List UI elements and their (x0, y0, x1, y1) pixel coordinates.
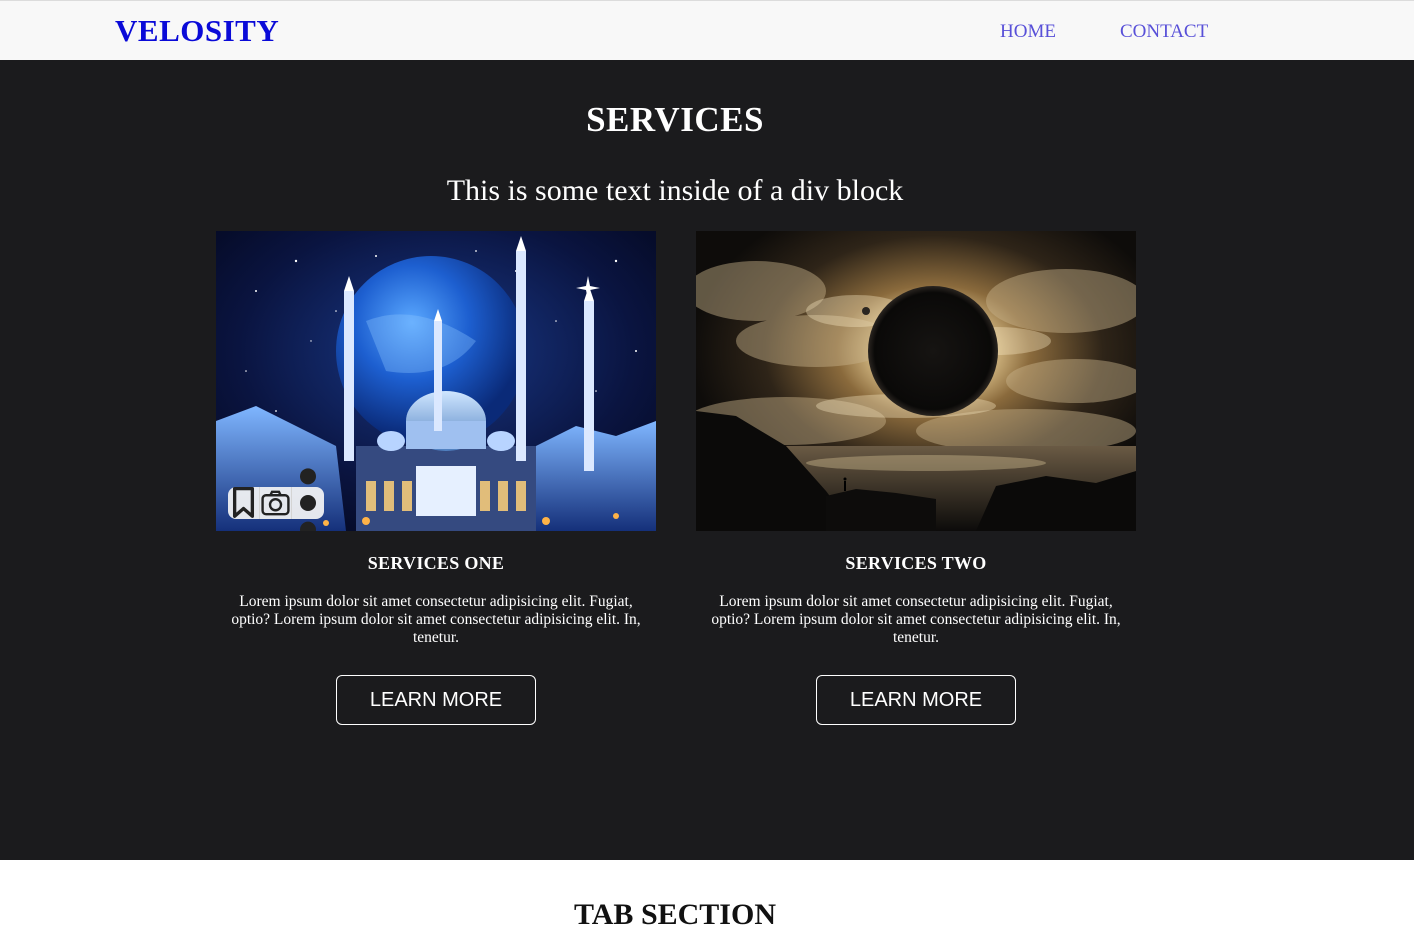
solar-eclipse-image (696, 231, 1136, 531)
navbar: VELOSITY HOME CONTACT (0, 0, 1414, 60)
service-card-title: SERVICES TWO (845, 553, 987, 573)
nav-link-contact[interactable]: CONTACT (1120, 21, 1208, 43)
services-section: SERVICES This is some text inside of a d… (0, 60, 1414, 860)
service-card-title: SERVICES ONE (367, 553, 505, 573)
brand-logo-link[interactable]: VELOSITY (115, 13, 279, 49)
services-heading: SERVICES (586, 100, 764, 139)
camera-lens-icon[interactable] (260, 487, 292, 519)
image-action-toolbar (228, 468, 324, 531)
bookmark-icon[interactable] (228, 486, 260, 519)
more-vertical-icon[interactable] (292, 468, 324, 531)
service-card-description: Lorem ipsum dolor sit amet consectetur a… (711, 593, 1121, 646)
learn-more-button[interactable]: LEARN MORE (336, 675, 536, 725)
service-card-two: SERVICES TWO Lorem ipsum dolor sit amet … (696, 231, 1136, 731)
service-card-description: Lorem ipsum dolor sit amet consectetur a… (231, 593, 641, 646)
learn-more-button[interactable]: LEARN MORE (816, 675, 1016, 725)
nav-link-home[interactable]: HOME (1000, 21, 1056, 43)
service-card-one: SERVICES ONE Lorem ipsum dolor sit amet … (216, 231, 656, 731)
services-subtitle: This is some text inside of a div block (446, 174, 904, 207)
tab-section-heading: TAB SECTION (573, 898, 776, 931)
mosque-night-image (216, 231, 656, 531)
